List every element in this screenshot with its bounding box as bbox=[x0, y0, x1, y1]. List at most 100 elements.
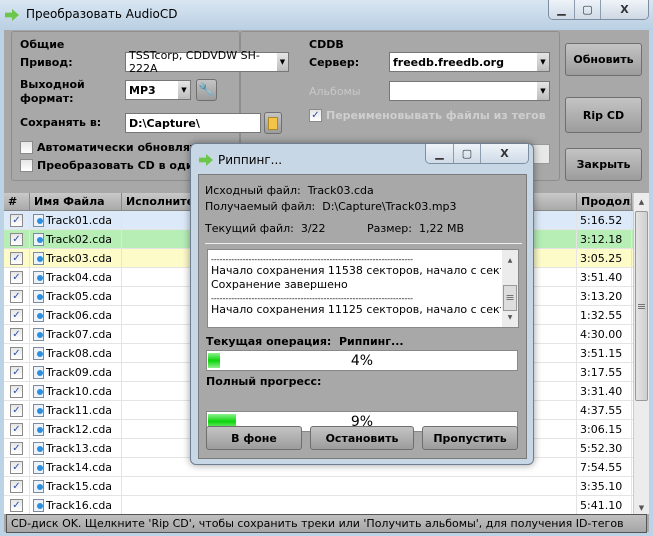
skip-button[interactable]: Пропустить bbox=[422, 426, 518, 450]
track-checkbox[interactable]: ✓ bbox=[10, 232, 23, 246]
cell-check[interactable]: ✓ bbox=[4, 382, 30, 400]
cell-check[interactable]: ✓ bbox=[4, 230, 30, 248]
scroll-thumb[interactable]: ≡ bbox=[503, 285, 517, 311]
dialog-close-button[interactable]: X bbox=[481, 144, 528, 163]
checkbox[interactable] bbox=[20, 141, 33, 154]
maximize-button[interactable]: ▢ bbox=[575, 0, 601, 19]
cell-artist bbox=[122, 496, 577, 514]
track-filename: Track12.cda bbox=[46, 422, 113, 436]
col-filename[interactable]: Имя Файла bbox=[30, 193, 122, 210]
track-checkbox[interactable]: ✓ bbox=[10, 251, 23, 265]
log-textarea[interactable]: ----------------------------------------… bbox=[207, 249, 519, 328]
chevron-down-icon: ▼ bbox=[537, 82, 549, 100]
audio-file-icon bbox=[33, 479, 44, 493]
cell-filename: Track09.cda bbox=[30, 363, 122, 381]
track-checkbox[interactable]: ✓ bbox=[10, 308, 23, 322]
cell-check[interactable]: ✓ bbox=[4, 268, 30, 286]
cell-check[interactable]: ✓ bbox=[4, 325, 30, 343]
format-settings-wrench-icon[interactable]: 🔧 bbox=[196, 79, 217, 101]
log-line: Сохранение завершено bbox=[211, 278, 348, 291]
checkbox[interactable] bbox=[20, 159, 33, 172]
audio-file-icon bbox=[33, 384, 44, 398]
table-row[interactable]: ✓ Track15.cda 3:35.10 bbox=[4, 477, 649, 496]
col-duration[interactable]: Продолж bbox=[577, 193, 632, 210]
checkbox-checked[interactable]: ✓ bbox=[309, 109, 322, 122]
cell-duration: 7:54.55 bbox=[577, 458, 632, 476]
track-filename: Track07.cda bbox=[46, 327, 113, 341]
table-scrollbar[interactable]: ▲ ≡ ▼ bbox=[633, 193, 649, 514]
convert-one-label: Преобразовать CD в один bbox=[37, 159, 202, 172]
scroll-up-icon[interactable]: ▲ bbox=[634, 193, 649, 211]
track-checkbox[interactable]: ✓ bbox=[10, 270, 23, 284]
audio-file-icon bbox=[33, 232, 44, 246]
track-filename: Track05.cda bbox=[46, 289, 113, 303]
track-checkbox[interactable]: ✓ bbox=[10, 460, 23, 474]
save-path-input[interactable]: D:\Capture\ bbox=[125, 113, 261, 133]
cell-check[interactable]: ✓ bbox=[4, 496, 30, 514]
log-line: Начало сохранения 11125 секторов, начало… bbox=[211, 303, 501, 316]
cell-duration: 3:12.18 bbox=[577, 230, 632, 248]
cell-check[interactable]: ✓ bbox=[4, 344, 30, 362]
format-label-line1: Выходной bbox=[20, 78, 85, 91]
rip-cd-button[interactable]: Rip CD bbox=[565, 97, 642, 133]
refresh-button[interactable]: Обновить bbox=[565, 43, 642, 76]
cell-check[interactable]: ✓ bbox=[4, 458, 30, 476]
browse-folder-button[interactable] bbox=[264, 112, 282, 134]
col-number[interactable]: # bbox=[4, 193, 30, 210]
scroll-down-icon[interactable]: ▼ bbox=[634, 504, 649, 512]
cell-check[interactable]: ✓ bbox=[4, 211, 30, 229]
cell-duration: 1:32.55 bbox=[577, 306, 632, 324]
cell-check[interactable]: ✓ bbox=[4, 287, 30, 305]
cell-filename: Track12.cda bbox=[30, 420, 122, 438]
track-checkbox[interactable]: ✓ bbox=[10, 346, 23, 360]
track-filename: Track13.cda bbox=[46, 441, 113, 455]
cell-duration: 3:13.20 bbox=[577, 287, 632, 305]
scroll-down-icon[interactable]: ▼ bbox=[502, 311, 518, 324]
track-filename: Track08.cda bbox=[46, 346, 113, 360]
drive-label: Привод: bbox=[20, 56, 73, 69]
rename-from-tags-checkbox[interactable]: ✓ Переименовывать файлы из тегов bbox=[309, 109, 546, 122]
track-checkbox[interactable]: ✓ bbox=[10, 365, 23, 379]
format-select[interactable]: MP3 ▼ bbox=[125, 80, 191, 100]
track-checkbox[interactable]: ✓ bbox=[10, 422, 23, 436]
stop-button[interactable]: Остановить bbox=[310, 426, 414, 450]
track-checkbox[interactable]: ✓ bbox=[10, 441, 23, 455]
background-button[interactable]: В фоне bbox=[206, 426, 302, 450]
audio-file-icon bbox=[33, 289, 44, 303]
track-checkbox[interactable]: ✓ bbox=[10, 403, 23, 417]
log-scrollbar[interactable]: ▲ ≡ ▼ bbox=[502, 250, 518, 327]
dialog-minimize-button[interactable]: ▁ bbox=[426, 144, 454, 163]
track-checkbox[interactable]: ✓ bbox=[10, 498, 23, 512]
close-button[interactable]: Закрыть bbox=[565, 148, 642, 181]
format-value: MP3 bbox=[129, 83, 156, 97]
track-checkbox[interactable]: ✓ bbox=[10, 384, 23, 398]
track-checkbox[interactable]: ✓ bbox=[10, 327, 23, 341]
audio-file-icon bbox=[33, 213, 44, 227]
cell-check[interactable]: ✓ bbox=[4, 420, 30, 438]
cell-check[interactable]: ✓ bbox=[4, 306, 30, 324]
cell-check[interactable]: ✓ bbox=[4, 249, 30, 267]
track-checkbox[interactable]: ✓ bbox=[10, 479, 23, 493]
auto-update-checkbox[interactable]: Автоматически обновлять bbox=[20, 141, 203, 154]
albums-select[interactable]: ▼ bbox=[389, 81, 550, 101]
cell-filename: Track16.cda bbox=[30, 496, 122, 514]
cell-check[interactable]: ✓ bbox=[4, 401, 30, 419]
track-checkbox[interactable]: ✓ bbox=[10, 289, 23, 303]
server-select[interactable]: freedb.freedb.org ▼ bbox=[389, 52, 550, 72]
convert-one-checkbox[interactable]: Преобразовать CD в один bbox=[20, 159, 201, 172]
audio-file-icon bbox=[33, 403, 44, 417]
app-icon bbox=[5, 9, 19, 21]
scroll-up-icon[interactable]: ▲ bbox=[502, 254, 518, 267]
cell-check[interactable]: ✓ bbox=[4, 363, 30, 381]
cell-check[interactable]: ✓ bbox=[4, 477, 30, 495]
close-window-button[interactable]: X bbox=[601, 0, 648, 19]
table-row[interactable]: ✓ Track16.cda 5:41.10 bbox=[4, 496, 649, 514]
cell-duration: 3:05.25 bbox=[577, 249, 632, 267]
server-label: Сервер: bbox=[309, 56, 360, 69]
track-checkbox[interactable]: ✓ bbox=[10, 213, 23, 227]
dialog-maximize-button[interactable]: ▢ bbox=[454, 144, 481, 163]
scroll-thumb[interactable]: ≡ bbox=[635, 211, 648, 401]
minimize-button[interactable]: ▁ bbox=[549, 0, 575, 19]
drive-select[interactable]: TSSTcorp, CDDVDW SH-222A ▼ bbox=[125, 49, 289, 75]
cell-check[interactable]: ✓ bbox=[4, 439, 30, 457]
